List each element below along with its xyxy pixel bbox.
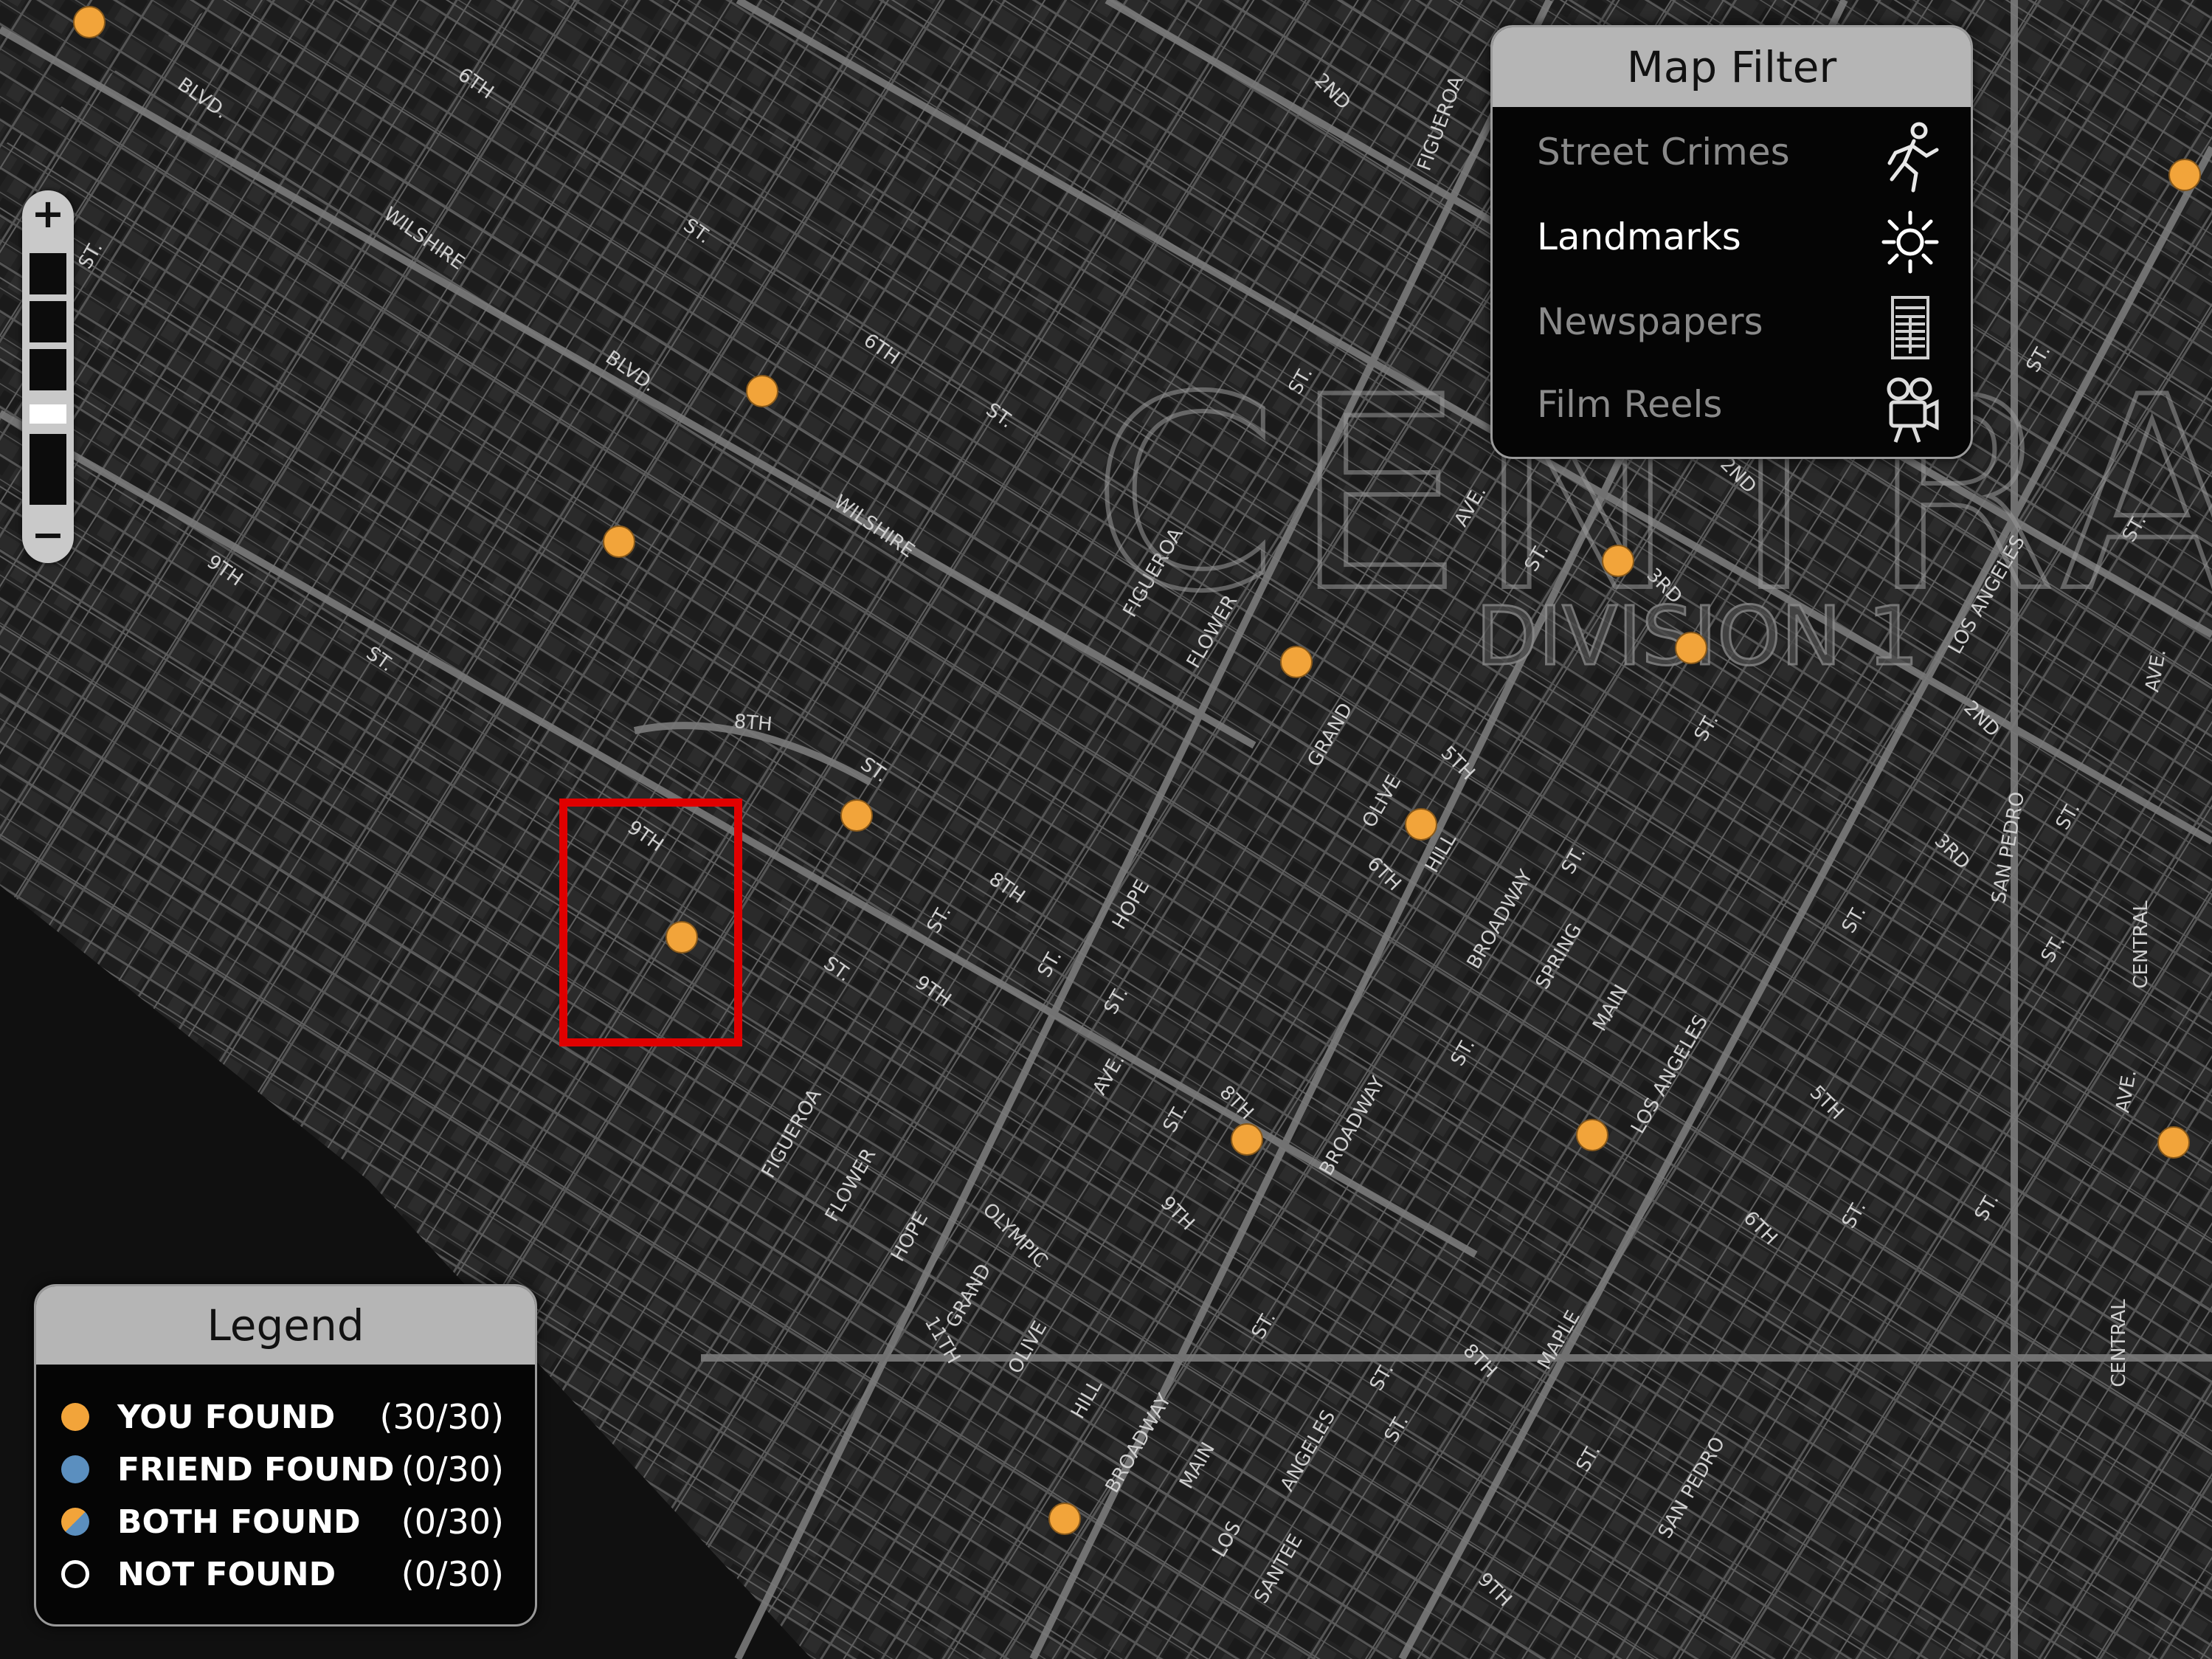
legend-count: (0/30) — [401, 1554, 504, 1594]
legend-count: (0/30) — [401, 1449, 504, 1489]
legend-label: NOT FOUND — [117, 1556, 336, 1593]
legend-item-not-found: NOT FOUND (0/30) — [61, 1550, 519, 1601]
found-marker[interactable] — [2168, 159, 2201, 191]
zoom-level-2[interactable] — [30, 301, 66, 342]
landmark-icon — [1881, 210, 1939, 274]
zoom-level-indicator[interactable] — [30, 404, 66, 424]
empty-circle-icon — [61, 1560, 89, 1588]
legend-count: (0/30) — [401, 1502, 504, 1542]
blue-dot-icon — [61, 1455, 89, 1483]
found-marker[interactable] — [1675, 632, 1707, 664]
found-marker[interactable] — [1231, 1123, 1263, 1156]
filter-label: Film Reels — [1537, 383, 1723, 426]
filter-street-crimes[interactable]: Street Crimes — [1537, 116, 1950, 197]
found-marker[interactable] — [840, 799, 873, 832]
street-label: 8TH — [733, 711, 773, 736]
found-marker[interactable] — [746, 375, 778, 407]
film-camera-icon — [1887, 377, 1939, 443]
map-filter-panel: Map Filter Street Crimes Landmarks Newsp… — [1490, 25, 1973, 459]
filter-film-reels[interactable]: Film Reels — [1537, 368, 1950, 449]
legend-label: FRIEND FOUND — [117, 1451, 395, 1489]
street-label: CENTRAL — [2108, 1299, 2130, 1387]
found-marker[interactable] — [1576, 1119, 1608, 1151]
found-marker[interactable] — [2157, 1126, 2190, 1159]
zoom-control[interactable]: + − — [22, 190, 74, 563]
filter-label: Street Crimes — [1537, 131, 1790, 173]
filter-landmarks[interactable]: Landmarks — [1537, 201, 1950, 282]
legend-panel: Legend YOU FOUND (30/30) FRIEND FOUND (0… — [34, 1284, 537, 1627]
zoom-out-button[interactable]: − — [22, 511, 74, 563]
found-marker[interactable] — [1280, 646, 1313, 678]
filter-label: Landmarks — [1537, 215, 1741, 258]
found-marker[interactable] — [1048, 1503, 1081, 1535]
split-dot-icon — [61, 1508, 89, 1536]
orange-dot-icon — [61, 1403, 89, 1431]
found-marker[interactable] — [1405, 808, 1437, 841]
legend-count: (30/30) — [379, 1397, 504, 1437]
running-man-icon — [1887, 122, 1939, 193]
selection-highlight — [559, 799, 742, 1046]
newspaper-icon — [1891, 296, 1929, 359]
found-marker[interactable] — [73, 6, 106, 38]
zoom-level-1[interactable] — [30, 253, 66, 294]
map-filter-title: Map Filter — [1493, 27, 1971, 107]
zoom-in-button[interactable]: + — [22, 190, 74, 242]
filter-newspapers[interactable]: Newspapers — [1537, 286, 1950, 367]
legend-label: YOU FOUND — [117, 1398, 336, 1436]
zoom-level-5[interactable] — [30, 463, 66, 505]
legend-item-you-found: YOU FOUND (30/30) — [61, 1393, 519, 1444]
found-marker[interactable] — [603, 525, 635, 558]
filter-label: Newspapers — [1537, 300, 1763, 343]
found-marker[interactable] — [1602, 545, 1634, 577]
zoom-level-3[interactable] — [30, 349, 66, 390]
legend-label: BOTH FOUND — [117, 1503, 361, 1541]
legend-item-friend-found: FRIEND FOUND (0/30) — [61, 1445, 519, 1497]
street-label: CENTRAL — [2130, 900, 2152, 989]
legend-item-both-found: BOTH FOUND (0/30) — [61, 1497, 519, 1549]
legend-title: Legend — [36, 1286, 535, 1365]
